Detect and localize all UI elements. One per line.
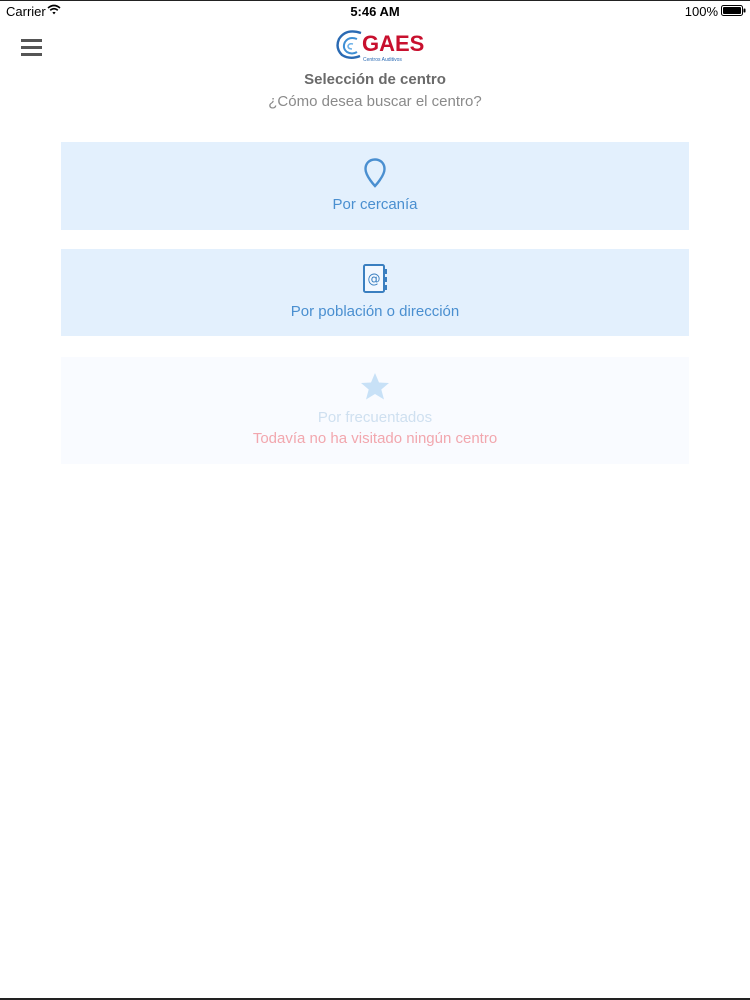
option-address-button[interactable]: @ Por población o dirección — [61, 249, 689, 336]
page-title: Selección de centro — [304, 71, 446, 88]
status-bar: Carrier 5:46 AM 100% — [0, 1, 750, 21]
logo-swirl-icon — [336, 30, 362, 59]
page-subtitle: ¿Cómo desea buscar el centro? — [268, 93, 482, 110]
location-pin-icon — [364, 158, 386, 188]
svg-text:@: @ — [368, 272, 381, 287]
logo-tagline: Centros Auditivos — [363, 57, 402, 63]
status-time: 5:46 AM — [350, 4, 400, 19]
battery-icon — [721, 5, 746, 16]
no-visits-message: Todavía no ha visitado ningún centro — [252, 430, 498, 447]
option-nearby-button[interactable]: Por cercanía — [61, 142, 689, 230]
gaes-logo: GAES Centros Auditivos — [333, 28, 424, 68]
option-nearby-label: Por cercanía — [332, 196, 418, 213]
star-icon — [361, 373, 389, 400]
option-address-label: Por población o dirección — [290, 303, 460, 320]
hamburger-menu-icon[interactable] — [20, 36, 44, 58]
option-frequent-button: Por frecuentados Todavía no ha visitado … — [61, 357, 689, 464]
address-book-icon: @ — [363, 264, 387, 293]
option-frequent-label: Por frecuentados — [317, 409, 433, 426]
logo-brand: GAES — [362, 31, 425, 56]
battery-percentage: 100% — [684, 4, 718, 19]
